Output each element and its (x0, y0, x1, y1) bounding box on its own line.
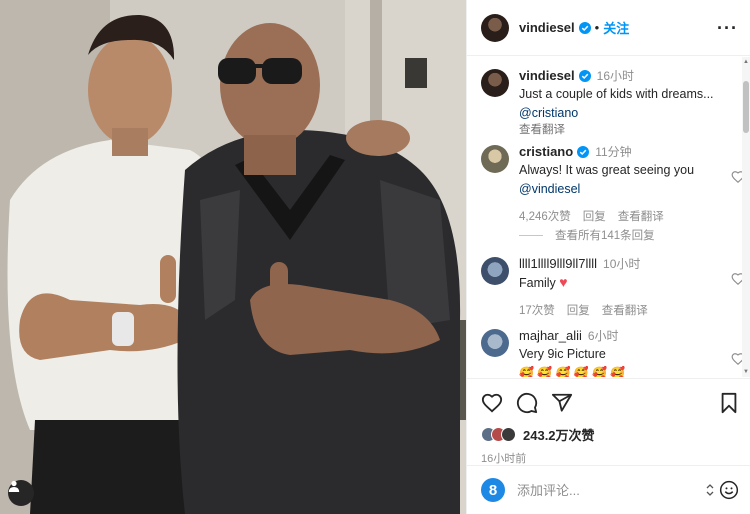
caption-username[interactable]: vindiesel (519, 68, 575, 83)
commenter-avatar[interactable] (481, 329, 509, 357)
add-comment-bar: 8 (467, 465, 750, 514)
comment-time: 6小时 (587, 329, 619, 343)
author-username[interactable]: vindiesel (519, 20, 575, 35)
separator-dot: • (594, 20, 600, 35)
comment-mention[interactable]: @vindiesel (519, 181, 737, 198)
user-tag-icon (8, 480, 20, 492)
scroll-up-arrow[interactable]: ▲ (743, 59, 749, 65)
comment-text-body: Family (519, 276, 556, 290)
caption-text: Just a couple of kids with dreams... (519, 87, 714, 101)
comments-scrollbar[interactable]: ▲ ▼ (742, 57, 750, 377)
view-replies-button[interactable]: 查看所有141条回复 (519, 227, 655, 243)
likes-row: 243.2万次赞 (481, 425, 739, 444)
post-side-panel: vindiesel • 关注 ··· vindiesel 16小时 Just a… (466, 0, 750, 514)
share-icon[interactable] (551, 392, 573, 414)
caption-avatar[interactable] (481, 69, 509, 97)
post-actions: 243.2万次赞 16小时前 (467, 378, 750, 466)
comment-time: 10小时 (603, 257, 641, 271)
caption-mention[interactable]: @cristiano (519, 105, 737, 122)
post-photo[interactable] (0, 0, 466, 514)
reply-button[interactable]: 回复 (567, 302, 590, 318)
caption: vindiesel 16小时 Just a couple of kids wit… (481, 67, 737, 139)
verified-badge-icon (578, 69, 591, 82)
emoji-picker-icon[interactable]: 8 (481, 478, 505, 502)
comment-item: llll1llll9lll9ll7llll 10小时 Family ♥ 17次赞… (481, 255, 737, 318)
follow-button[interactable]: 关注 (603, 18, 629, 37)
scroll-down-arrow[interactable]: ▼ (743, 369, 749, 375)
comment-input[interactable] (517, 482, 705, 498)
bookmark-icon[interactable] (719, 392, 739, 414)
comment-likes-count[interactable]: 4,246次赞 (519, 208, 571, 224)
comment-meta: 4,246次赞 回复 查看翻译 (519, 208, 737, 224)
comment-likes-count[interactable]: 17次赞 (519, 302, 555, 318)
verified-badge-icon (577, 145, 590, 158)
caption-time: 16小时 (596, 69, 634, 83)
more-options-icon[interactable]: ··· (717, 19, 738, 37)
comment-emojis: 🥰 🥰 🥰 🥰 🥰 🥰 (519, 366, 626, 377)
commenter-username[interactable]: majhar_alii (519, 328, 582, 343)
input-stepper-icon[interactable] (705, 483, 715, 497)
post-header: vindiesel • 关注 ··· (467, 0, 750, 56)
commenter-avatar[interactable] (481, 145, 509, 173)
heart-icon[interactable] (481, 392, 503, 414)
scroll-thumb[interactable] (743, 81, 749, 133)
caption-translate[interactable]: 查看翻译 (519, 122, 737, 139)
post-timestamp[interactable]: 16小时前 (481, 450, 739, 466)
red-heart-emoji: ♥ (559, 274, 568, 290)
comment-text: Family ♥ (519, 274, 737, 292)
liker-avatars[interactable] (481, 427, 516, 442)
comments-list[interactable]: vindiesel 16小时 Just a couple of kids wit… (467, 57, 750, 377)
author-avatar[interactable] (481, 13, 509, 42)
comment-text: Always! It was great seeing you (519, 163, 695, 177)
comment-icon[interactable] (516, 392, 538, 414)
liker-avatar (501, 427, 516, 442)
comment-meta: 17次赞 回复 查看翻译 (519, 302, 737, 318)
verified-badge-icon (578, 21, 591, 34)
input-tools (705, 480, 739, 500)
reply-button[interactable]: 回复 (583, 208, 606, 224)
commenter-avatar[interactable] (481, 257, 509, 285)
comment-text: Very 9ic Picture (519, 347, 606, 361)
comment-item: majhar_alii 6小时 Very 9ic Picture 🥰 🥰 🥰 🥰… (481, 327, 737, 377)
likes-count[interactable]: 243.2万次赞 (523, 425, 595, 444)
translate-button[interactable]: 查看翻译 (602, 302, 648, 318)
photo-illustration (0, 0, 466, 514)
action-icons-row (481, 391, 739, 415)
comment-item: cristiano 11分钟 Always! It was great seei… (481, 143, 737, 224)
smiley-icon[interactable] (719, 480, 739, 500)
user-tag-button[interactable] (8, 480, 34, 506)
commenter-username[interactable]: cristiano (519, 144, 573, 159)
commenter-username[interactable]: llll1llll9lll9ll7llll (519, 256, 597, 271)
comment-time: 11分钟 (595, 145, 632, 159)
translate-button[interactable]: 查看翻译 (618, 208, 664, 224)
